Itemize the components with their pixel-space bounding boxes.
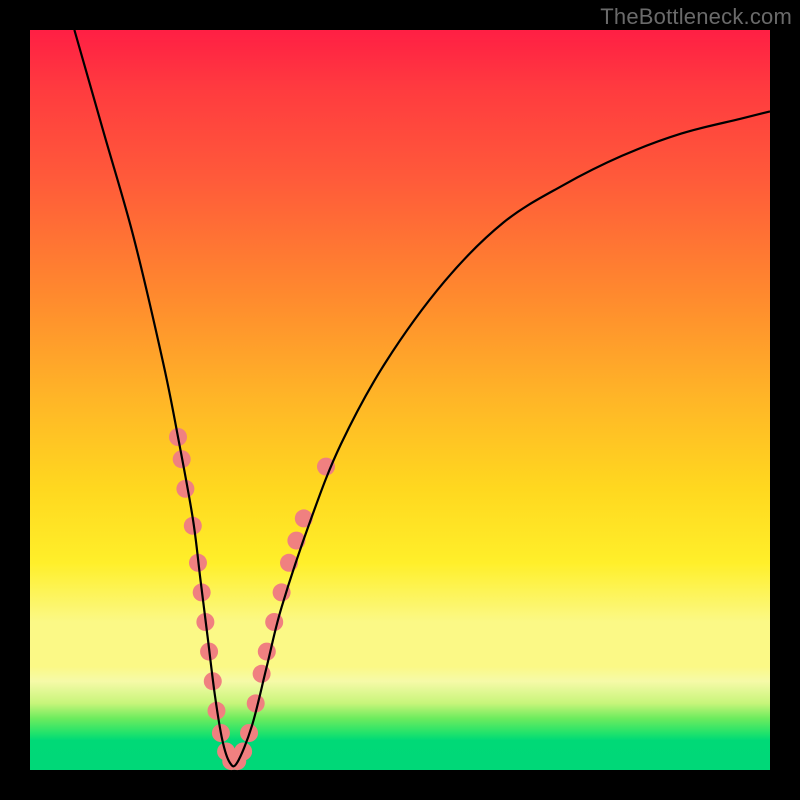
data-marker — [258, 643, 276, 661]
chart-svg — [30, 30, 770, 770]
plot-area — [30, 30, 770, 770]
data-marker — [253, 665, 271, 683]
data-marker — [265, 613, 283, 631]
data-marker — [176, 480, 194, 498]
markers-layer — [169, 428, 335, 770]
watermark-text: TheBottleneck.com — [600, 4, 792, 30]
bottleneck-curve — [74, 30, 770, 766]
data-marker — [317, 458, 335, 476]
chart-frame: TheBottleneck.com — [0, 0, 800, 800]
